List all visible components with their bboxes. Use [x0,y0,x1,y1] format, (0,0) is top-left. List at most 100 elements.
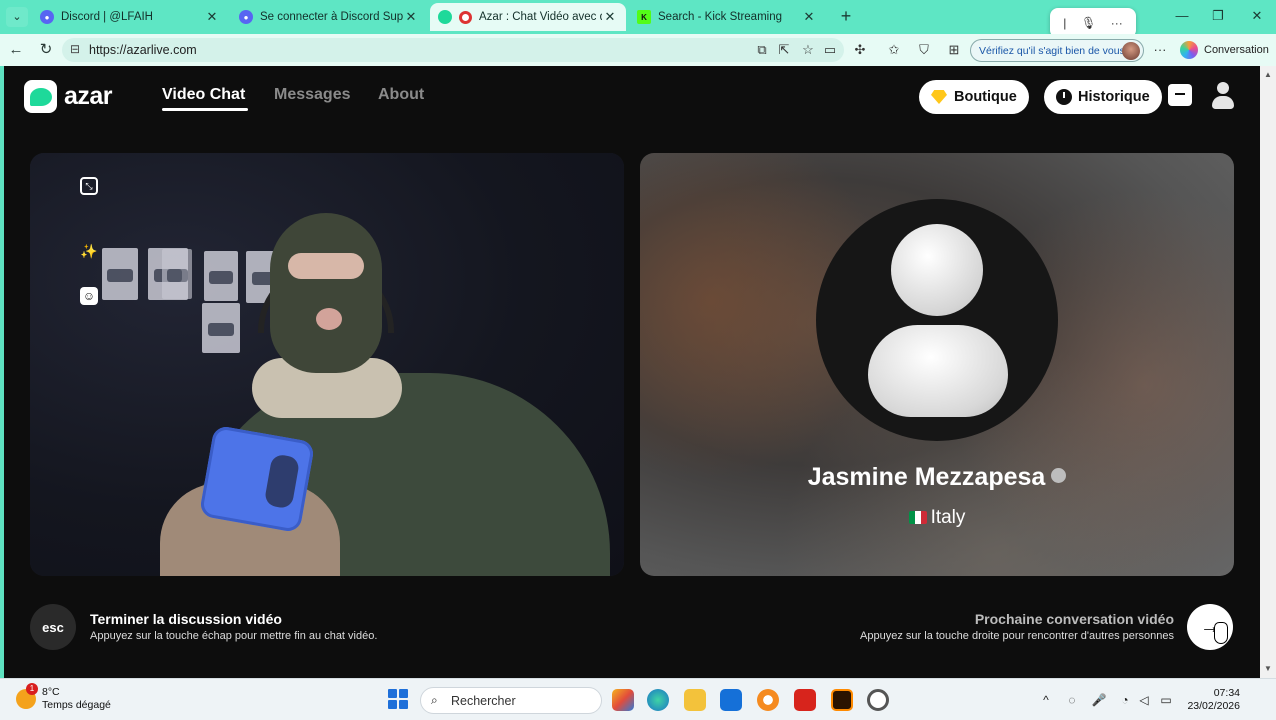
end-chat-subtitle: Appuyez sur la touche échap pour mettre … [90,630,378,642]
weather-description: Temps dégagé [42,699,111,711]
partner-country-row: Italy [640,507,1234,529]
illustrator-icon[interactable] [831,689,853,711]
tab-close-icon[interactable]: ✕ [602,9,618,25]
wifi-icon[interactable]: ◔ [1117,693,1133,707]
tab-kick[interactable]: K Search - Kick Streaming ✕ [629,3,825,31]
tab-close-icon[interactable]: ✕ [204,9,220,25]
browser-tab-bar: ⌄ ● Discord | @LFAIH ✕ ● Se connecter à … [0,0,1276,38]
tab-azar[interactable]: Azar : Chat Vidéo avec de nou ✕ [430,3,626,31]
discord-icon: ● [40,10,54,24]
page-scrollbar[interactable]: ▲ ▼ [1260,66,1276,678]
site-info-icon[interactable]: ⊟ [70,42,80,56]
logo-text: azar [64,82,113,110]
copilot-conversation-button[interactable]: Conversation [1180,41,1269,59]
scroll-down-icon[interactable]: ▼ [1264,664,1272,673]
tab-list-chevron-icon[interactable]: ⌄ [6,7,28,27]
edge-browser-icon[interactable] [647,689,669,711]
tray-overflow-chevron-icon[interactable]: ^ [1038,693,1054,707]
acrobat-icon[interactable] [794,689,816,711]
reload-icon[interactable]: ↻ [36,40,56,60]
notification-badge: 1 [26,683,38,695]
tab-title: Se connecter à Discord Support [260,11,403,23]
historique-button[interactable]: Historique [1044,80,1162,114]
verify-text: Vérifiez qu'il s'agit bien de vous [979,45,1125,57]
minimize-icon[interactable]: — [1172,8,1192,23]
hotspot-icon[interactable]: ◌ [1064,693,1080,707]
tab-title: Azar : Chat Vidéo avec de nou [479,11,602,23]
shrink-window-icon[interactable]: ⤡ [80,177,98,195]
recording-icon [459,10,472,24]
italy-flag-icon [908,511,927,524]
search-placeholder: Rechercher [451,694,516,708]
end-chat-esc-button[interactable]: esc [30,604,76,650]
inbox-icon[interactable] [1168,84,1192,106]
share-icon[interactable]: ⇱ [776,42,792,58]
end-chat-title: Terminer la discussion vidéo [90,611,282,627]
conversation-label: Conversation [1204,44,1269,56]
user-profile-icon[interactable] [1210,82,1236,110]
smiley-filter-icon[interactable]: ☺ [80,287,98,305]
gem-icon [931,90,947,104]
outlook-icon[interactable] [720,689,742,711]
default-user-body [868,325,1008,417]
microphone-in-use-icon[interactable]: 🎤 [1091,693,1107,707]
tab-close-icon[interactable]: ✕ [403,9,419,25]
cursor-bar-icon[interactable]: | [1063,16,1066,30]
battery-icon[interactable]: ▭ [1158,693,1174,707]
tab-close-icon[interactable]: ✕ [801,9,817,25]
translate-icon[interactable]: ⧉ [754,42,770,58]
nav-about[interactable]: About [378,86,424,104]
magic-wand-icon[interactable]: ✨ [80,242,98,260]
nav-video-chat[interactable]: Video Chat [162,86,245,104]
nav-active-underline [162,108,248,111]
camera-in-use-icon[interactable]: ▭ [822,42,838,58]
verify-identity-pill[interactable]: Vérifiez qu'il s'agit bien de vous [970,39,1144,62]
restore-icon[interactable]: ❐ [1208,8,1228,24]
copilot-icon [1180,41,1198,59]
taskbar-search[interactable]: ⌕ Rechercher [420,687,602,714]
next-chat-title: Prochaine conversation vidéo [974,611,1174,627]
windows-taskbar: 1 8°C Temps dégagé ⌕ Rechercher ^ ◌ 🎤 ◔ … [0,678,1276,720]
new-tab-plus-icon[interactable]: + [836,7,856,27]
azar-logo[interactable]: azar [24,80,113,113]
next-chat-subtitle: Appuyez sur la touche droite pour rencon… [860,630,1174,642]
close-window-icon[interactable]: ✕ [1247,8,1267,24]
browser-essentials-icon[interactable]: ⛉ [916,42,932,58]
nav-messages[interactable]: Messages [274,86,351,104]
tab-discord[interactable]: ● Discord | @LFAIH ✕ [32,3,228,31]
weather-sun-icon: 1 [16,683,38,709]
verified-shield-icon [1051,468,1067,483]
partner-country: Italy [930,507,966,528]
clock-icon [1056,89,1072,105]
microphone-icon[interactable]: 🎙 [1081,16,1096,30]
hand-cursor-icon [1214,622,1228,644]
back-arrow-icon[interactable]: ← [6,40,26,60]
store-app-icon[interactable] [612,689,634,711]
scroll-up-icon[interactable]: ▲ [1264,70,1272,79]
volume-icon[interactable]: ◁ [1136,693,1152,707]
steam-icon[interactable] [867,689,889,711]
file-explorer-icon[interactable] [684,689,706,711]
favorites-icon[interactable]: ✩ [886,42,902,58]
azar-logo-mark-icon [24,80,57,113]
url-text[interactable]: https://azarlive.com [89,43,197,57]
boutique-button[interactable]: Boutique [919,80,1029,114]
historique-label: Historique [1078,89,1150,105]
windows-start-icon[interactable] [388,689,408,709]
more-dots-icon[interactable]: ··· [1111,16,1123,30]
favorite-star-icon[interactable]: ☆ [800,42,816,58]
boutique-label: Boutique [954,89,1017,105]
browser-app-icon[interactable] [757,689,779,711]
taskbar-clock[interactable]: 07:34 23/02/2026 [1182,687,1240,713]
extensions-icon[interactable]: ✣ [852,42,868,58]
kick-icon: K [637,10,651,24]
partner-video-panel: Jasmine Mezzapesa Italy [640,153,1234,576]
more-menu-icon[interactable]: ··· [1152,42,1168,57]
address-bar[interactable]: ⊟ https://azarlive.com ⧉ ⇱ ☆ ▭ [62,38,844,62]
search-icon: ⌕ [431,693,438,707]
weather-widget[interactable]: 1 8°C Temps dégagé [16,683,111,712]
collections-icon[interactable]: ⊞ [946,42,962,58]
azar-page: azar Video Chat Messages About Boutique … [4,66,1260,678]
profile-avatar [1122,42,1140,60]
tab-discord-support[interactable]: ● Se connecter à Discord Support ✕ [231,3,427,31]
